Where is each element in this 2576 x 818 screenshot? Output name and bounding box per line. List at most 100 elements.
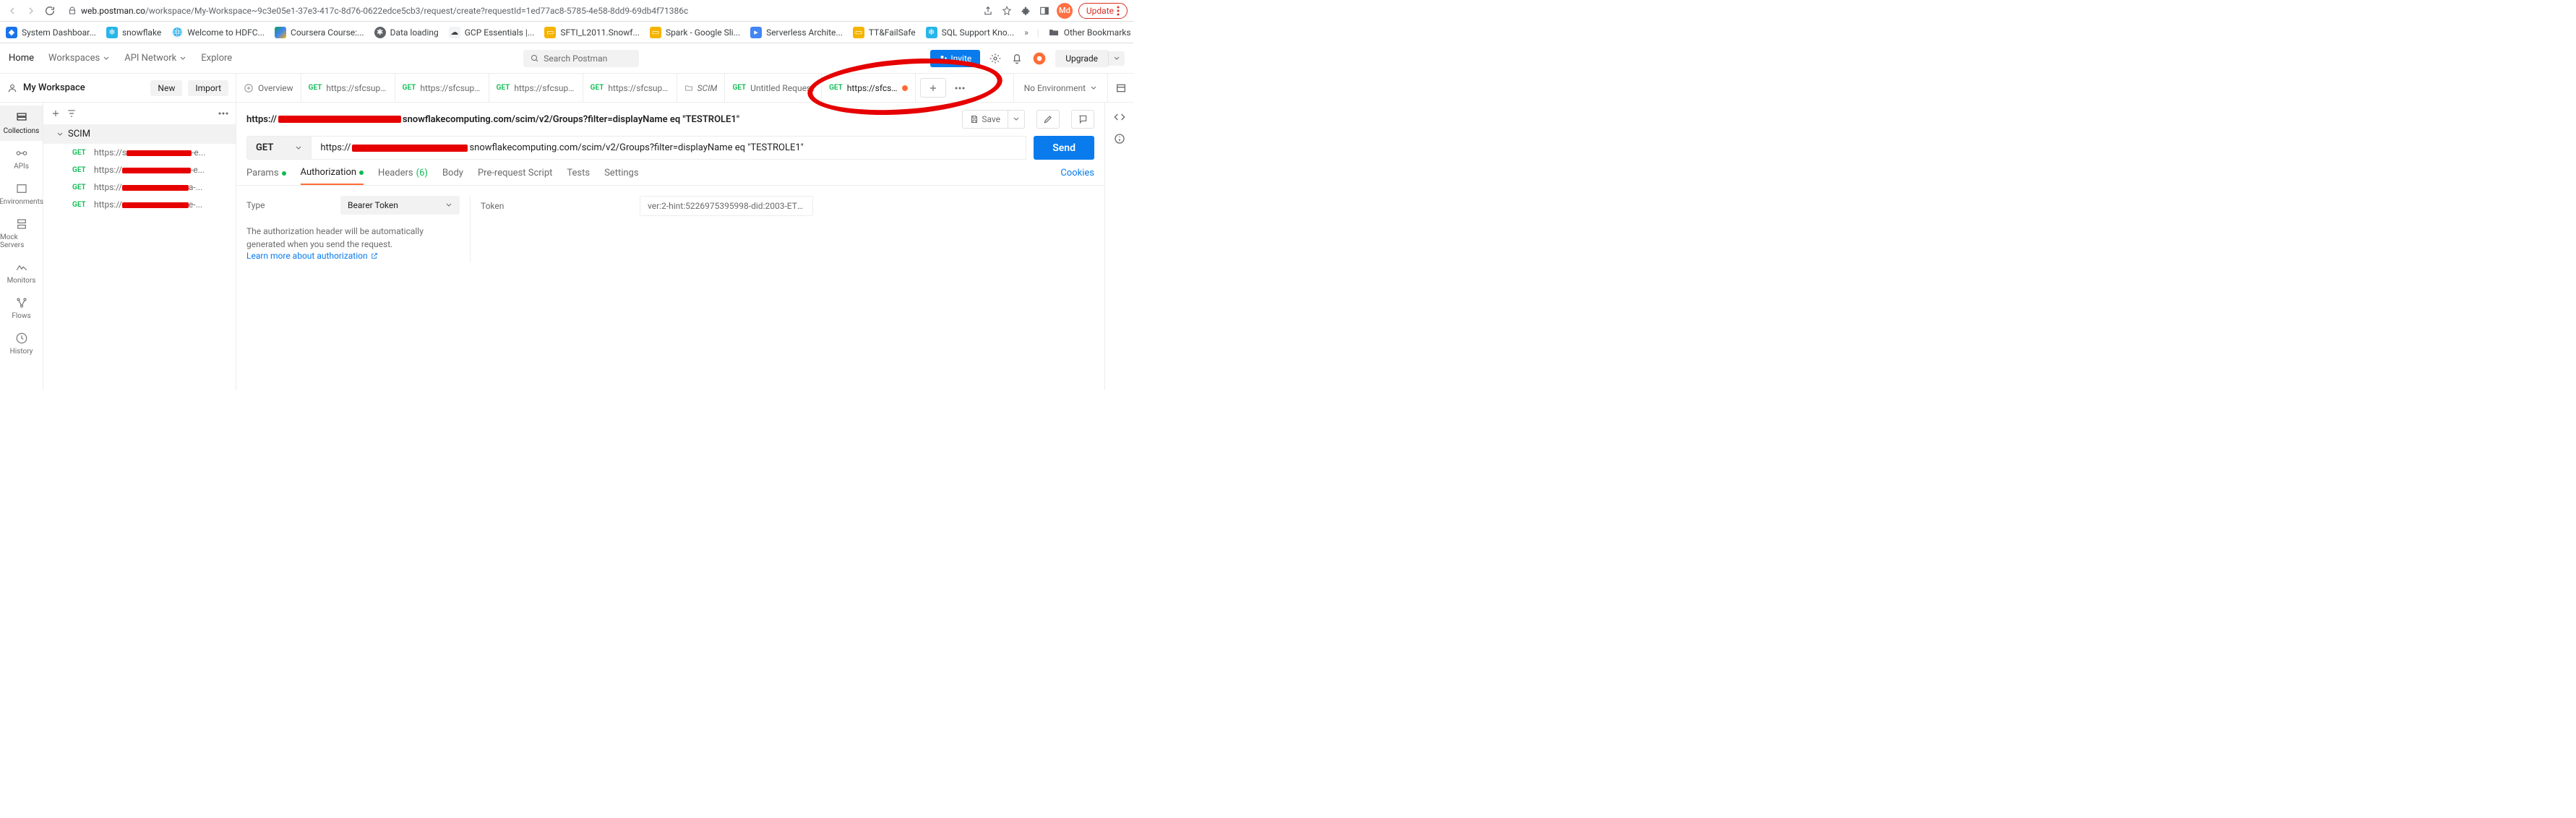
bookmark-item[interactable]: ✱Data loading	[374, 27, 439, 38]
bookmark-item[interactable]: ▭Spark - Google Sli...	[650, 27, 740, 38]
bookmark-icon: ▸	[750, 27, 762, 38]
tab-params[interactable]: Params	[246, 168, 286, 184]
tab-request[interactable]: GEThttps://sfcsuppor	[583, 74, 677, 102]
external-link-icon	[371, 252, 378, 259]
code-icon[interactable]	[1114, 111, 1125, 123]
token-input[interactable]: ver:2-hint:5226975395998-did:2003-ETMs	[640, 196, 813, 216]
nav-explore[interactable]: Explore	[201, 53, 232, 64]
tab-request[interactable]: GEThttps://sfcsuppor	[395, 74, 489, 102]
tab-overflow[interactable]	[950, 74, 969, 102]
bookmark-item[interactable]: ▭TT&FailSafe	[853, 27, 916, 38]
sidebar-apis[interactable]: APIs	[0, 141, 43, 176]
nav-workspaces[interactable]: Workspaces	[48, 53, 110, 64]
update-button[interactable]: Update	[1078, 3, 1128, 19]
comment-icon[interactable]	[1071, 110, 1094, 129]
tab-authorization[interactable]: Authorization	[301, 167, 364, 185]
sidebar-history[interactable]: History	[0, 326, 43, 361]
lock-icon	[68, 7, 77, 15]
bookmark-icon: ▭	[650, 27, 661, 38]
invite-button[interactable]: Invite	[930, 50, 980, 67]
tab-overview[interactable]: Overview	[236, 74, 301, 102]
auth-description: The authorization header will be automat…	[246, 225, 460, 251]
bookmark-item[interactable]: ❄SQL Support Kno...	[926, 27, 1015, 38]
method-select[interactable]: GET	[246, 136, 312, 160]
sidebar-collections[interactable]: Collections	[0, 106, 43, 141]
upgrade-dropdown[interactable]	[1108, 51, 1125, 66]
cookies-link[interactable]: Cookies	[1060, 168, 1094, 184]
tab-prerequest[interactable]: Pre-request Script	[478, 168, 552, 184]
url-input[interactable]: https://snowflakecomputing.com/scim/v2/G…	[312, 136, 1026, 160]
address-bar[interactable]: web.postman.co/workspace/My-Workspace~9c…	[62, 6, 976, 16]
postman-logo-icon[interactable]	[1032, 51, 1047, 66]
tab-untitled[interactable]: GETUntitled Request	[725, 74, 822, 102]
import-button[interactable]: Import	[188, 80, 228, 96]
forward-button[interactable]	[25, 4, 38, 17]
bookmark-icon: ✱	[374, 27, 386, 38]
bookmark-icon: ▭	[853, 27, 864, 38]
tab-tests[interactable]: Tests	[567, 168, 590, 184]
token-label: Token	[481, 201, 625, 211]
bookmark-item[interactable]: Coursera Course:...	[275, 27, 364, 38]
new-tab-button[interactable]	[920, 78, 946, 98]
environment-select[interactable]: No Environment	[1013, 74, 1107, 102]
info-icon[interactable]	[1114, 133, 1125, 145]
invite-icon	[939, 54, 948, 63]
url-domain: web.postman.co	[81, 6, 145, 16]
tab-body[interactable]: Body	[442, 168, 463, 184]
back-button[interactable]	[6, 4, 19, 17]
reload-button[interactable]	[43, 4, 56, 17]
person-icon	[7, 83, 17, 93]
nav-api-network[interactable]: API Network	[124, 53, 186, 64]
filter-icon[interactable]	[66, 108, 77, 119]
tab-active[interactable]: GEThttps://sfcsupp	[822, 74, 916, 102]
sidebar-flows[interactable]: Flows	[0, 290, 43, 326]
share-icon[interactable]	[982, 4, 995, 17]
new-button[interactable]: New	[150, 80, 182, 96]
right-rail	[1104, 103, 1133, 390]
request-item[interactable]: GEThttps://-e...	[43, 161, 236, 178]
bookmark-item[interactable]: ◆System Dashboar...	[6, 27, 96, 38]
send-button[interactable]: Send	[1034, 136, 1094, 160]
folder-icon	[684, 84, 693, 92]
sidebar-mock-servers[interactable]: Mock Servers	[0, 212, 43, 255]
bookmark-item[interactable]: ❄snowflake	[106, 27, 161, 38]
extensions-icon[interactable]	[1019, 4, 1032, 17]
bookmarks-overflow[interactable]: »	[1024, 27, 1029, 38]
star-icon[interactable]	[1000, 4, 1013, 17]
request-subtabs: Params Authorization Headers(6) Body Pre…	[236, 160, 1104, 186]
bookmark-item[interactable]: ☁GCP Essentials |...	[449, 27, 535, 38]
bookmark-item[interactable]: ▭SFTI_L2011.Snowf...	[544, 27, 640, 38]
save-button[interactable]: Save	[962, 110, 1008, 129]
auth-learn-more-link[interactable]: Learn more about authorization	[246, 251, 378, 261]
tab-headers[interactable]: Headers(6)	[378, 168, 428, 184]
search-icon	[531, 54, 539, 63]
environment-quicklook-icon[interactable]	[1107, 74, 1133, 102]
tab-request[interactable]: GEThttps://sfcsuppor	[489, 74, 583, 102]
sidebar-icon[interactable]	[1038, 4, 1051, 17]
collection-folder[interactable]: SCIM	[43, 124, 236, 144]
nav-home[interactable]: Home	[9, 53, 34, 64]
edit-icon[interactable]	[1036, 110, 1060, 129]
bookmark-item[interactable]: ▸Serverless Archite...	[750, 27, 843, 38]
request-item[interactable]: GEThttps://a-...	[43, 178, 236, 196]
auth-type-select[interactable]: Bearer Token	[340, 196, 460, 215]
settings-icon[interactable]	[989, 52, 1002, 65]
notifications-icon[interactable]	[1010, 52, 1023, 65]
request-item[interactable]: GEThttps://e-...	[43, 196, 236, 213]
sidebar-monitors[interactable]: Monitors	[0, 255, 43, 290]
sidebar-environments[interactable]: Environments	[0, 176, 43, 212]
profile-avatar[interactable]: Md	[1057, 3, 1073, 19]
tab-request[interactable]: GEThttps://sfcsuppor	[301, 74, 395, 102]
bookmark-item[interactable]: 🌐Welcome to HDFC...	[171, 27, 265, 38]
tab-settings[interactable]: Settings	[604, 168, 638, 184]
add-icon[interactable]	[51, 108, 61, 119]
other-bookmarks[interactable]: Other Bookmarks	[1048, 27, 1131, 38]
indicator-dot-icon	[282, 171, 286, 176]
search-postman[interactable]: Search Postman	[523, 50, 639, 67]
more-icon[interactable]	[218, 112, 228, 115]
request-item[interactable]: GEThttps://s-e...	[43, 144, 236, 161]
bookmark-icon: ◆	[6, 27, 17, 38]
tab-collection[interactable]: SCIM	[677, 74, 726, 102]
save-dropdown[interactable]	[1008, 110, 1025, 129]
upgrade-button[interactable]: Upgrade	[1055, 50, 1108, 67]
